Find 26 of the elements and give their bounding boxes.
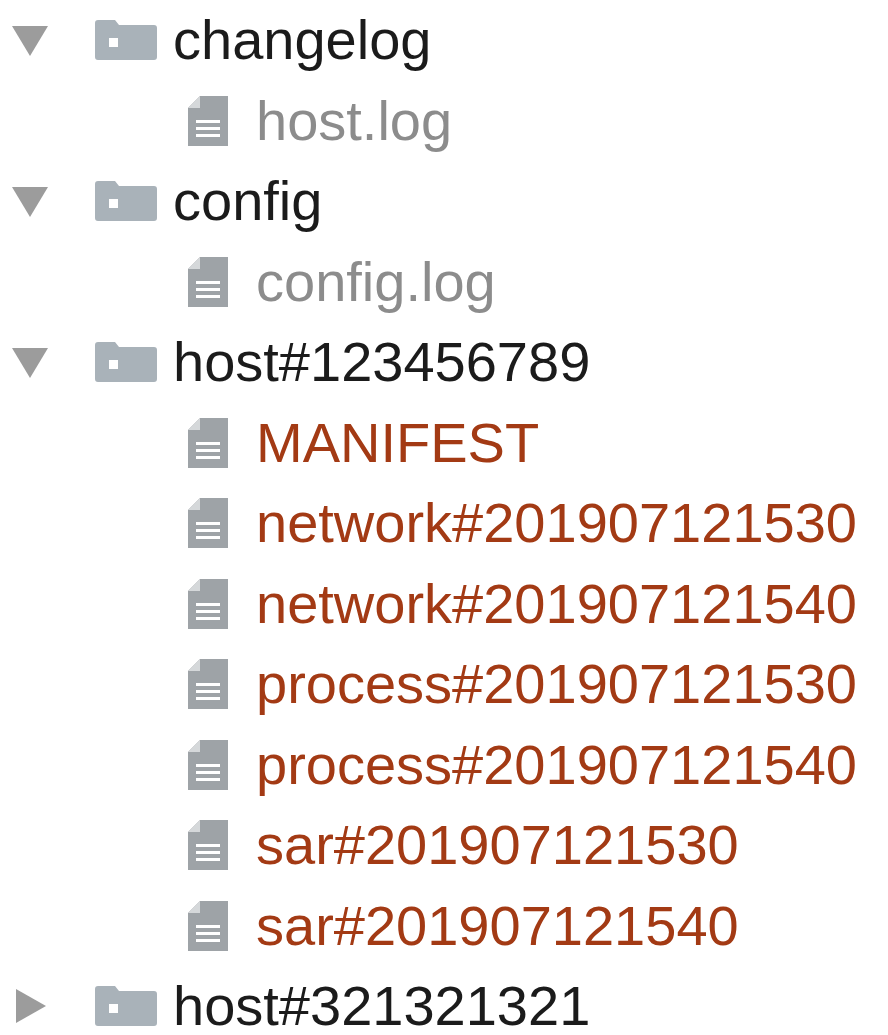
file-name[interactable]: network#201907121530: [256, 492, 857, 555]
folder-icon: [95, 20, 157, 61]
file-name[interactable]: process#201907121530: [256, 653, 857, 716]
file-icon: [188, 900, 228, 951]
file-name[interactable]: host.log: [256, 89, 453, 152]
file-icon: [188, 95, 228, 146]
folder-icon: [95, 181, 157, 222]
file-icon: [188, 659, 228, 710]
folder-icon: [95, 342, 157, 383]
file-name[interactable]: network#201907121540: [256, 572, 857, 635]
file-icon: [188, 739, 228, 790]
file-icon: [188, 578, 228, 629]
file-name[interactable]: sar#201907121530: [256, 814, 739, 877]
file-name[interactable]: MANIFEST: [256, 411, 540, 474]
file-icon: [188, 498, 228, 549]
file-name[interactable]: config.log: [256, 250, 496, 313]
file-name[interactable]: process#201907121540: [256, 733, 857, 796]
folder-icon: [95, 986, 157, 1027]
file-icon: [188, 256, 228, 307]
file-icon: [188, 417, 228, 468]
file-name[interactable]: sar#201907121540: [256, 894, 739, 957]
folder-name[interactable]: config: [173, 170, 323, 233]
file-icon: [188, 820, 228, 871]
folder-name[interactable]: host#321321321: [173, 975, 591, 1035]
folder-name[interactable]: host#123456789: [173, 331, 591, 394]
folder-name[interactable]: changelog: [173, 9, 432, 72]
